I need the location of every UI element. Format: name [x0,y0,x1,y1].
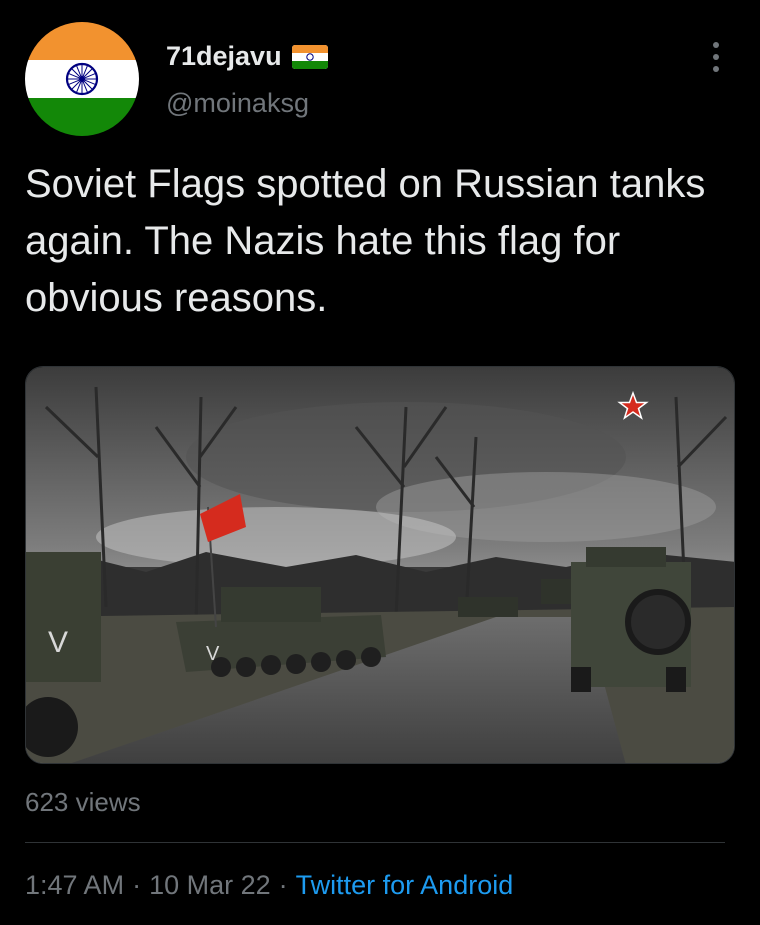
tweet-date[interactable]: 10 Mar 22 [149,870,271,900]
view-count: 623 views [25,787,141,817]
tweet-source-link[interactable]: Twitter for Android [296,870,514,900]
svg-text:V: V [206,643,220,665]
more-dot-icon [713,54,719,60]
separator: · [278,870,288,900]
india-flag-icon [291,44,328,69]
tweet-text: Soviet Flags spotted on Russian tanks ag… [25,162,706,320]
svg-text:V: V [48,626,68,659]
more-options-button[interactable] [705,40,727,74]
divider [25,842,725,843]
separator: · [132,870,142,900]
tweet-metadata: 1:47 AM · 10 Mar 22 · Twitter for Android [25,870,513,901]
display-name-text: 71dejavu [166,41,282,71]
author-display-name[interactable]: 71dejavu [166,41,328,72]
tweet-media-image[interactable]: V V [25,366,735,764]
more-dot-icon [713,42,719,48]
avatar[interactable] [25,22,139,136]
more-dot-icon [713,66,719,72]
author-handle[interactable]: @moinaksg [166,88,309,119]
video-frame-illustration: V V [26,367,734,763]
tweet-time[interactable]: 1:47 AM [25,870,124,900]
india-flag-icon [25,22,139,136]
